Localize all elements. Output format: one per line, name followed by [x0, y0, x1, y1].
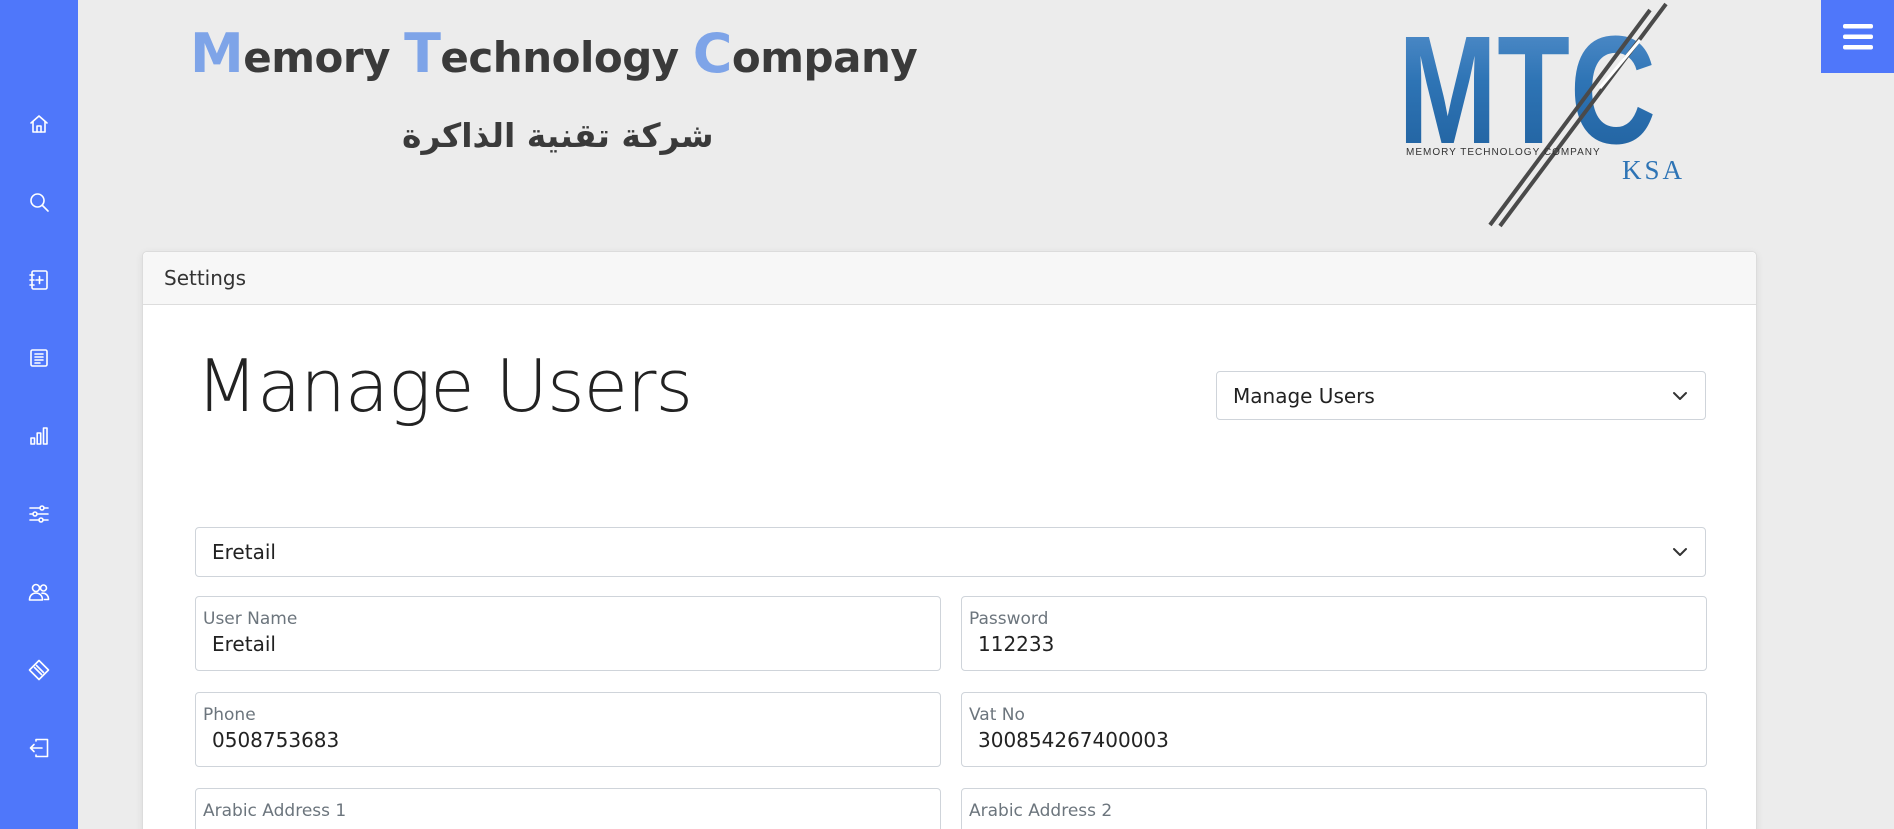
company-name-word: emory [243, 33, 405, 82]
sidebar-item-search[interactable] [19, 182, 59, 222]
settings-section-select[interactable]: Manage Users [1216, 371, 1706, 420]
company-name-word: ompany [731, 33, 918, 82]
logo-region: KSA [1622, 155, 1685, 185]
company-logo: MTC MEMORY TECHNOLOGY COMPANY KSA [1400, 2, 1685, 228]
phone-value: 0508753683 [212, 728, 340, 752]
invoice-list-icon [30, 349, 48, 367]
sidebar-item-home[interactable] [19, 104, 59, 144]
vat-no-value: 300854267400003 [978, 728, 1169, 752]
sidebar-item-products[interactable] [19, 650, 59, 690]
company-name-initial: C [692, 22, 733, 85]
sliders-icon [29, 505, 49, 523]
sidebar-item-add-invoice[interactable] [19, 260, 59, 300]
sidebar [0, 0, 78, 829]
card-header: Settings [143, 252, 1756, 305]
company-name-initial: M [190, 22, 244, 85]
user-name-label: User Name [203, 609, 298, 629]
logo-tagline: MEMORY TECHNOLOGY COMPANY [1406, 147, 1601, 158]
sidebar-item-settings[interactable] [19, 494, 59, 534]
company-name: Memory Technology Company [190, 22, 918, 85]
password-value: 112233 [978, 632, 1055, 656]
password-field[interactable]: Password 112233 [961, 596, 1707, 671]
phone-field[interactable]: Phone 0508753683 [195, 692, 941, 767]
chevron-down-icon [1673, 391, 1687, 400]
arabic-address-1-field[interactable]: Arabic Address 1 [195, 788, 941, 829]
company-name-initial: T [404, 22, 441, 85]
sidebar-item-logout[interactable] [19, 728, 59, 768]
settings-section-select-value: Manage Users [1233, 383, 1375, 408]
menu-toggle-button[interactable] [1821, 0, 1894, 73]
password-label: Password [969, 609, 1049, 629]
vat-no-label: Vat No [969, 705, 1025, 725]
user-select[interactable]: Eretail [195, 527, 1706, 577]
arabic-address-1-label: Arabic Address 1 [203, 801, 347, 821]
search-icon [30, 193, 49, 212]
sidebar-item-users[interactable] [19, 572, 59, 612]
sidebar-item-invoice-list[interactable] [19, 338, 59, 378]
bar-chart-icon [30, 427, 48, 445]
users-icon [28, 583, 50, 601]
phone-label: Phone [203, 705, 256, 725]
diamond-icon [28, 659, 50, 681]
arabic-address-2-field[interactable]: Arabic Address 2 [961, 788, 1707, 829]
user-name-field[interactable]: User Name Eretail [195, 596, 941, 671]
page-title: Manage Users [196, 344, 693, 428]
vat-no-field[interactable]: Vat No 300854267400003 [961, 692, 1707, 767]
home-icon [30, 115, 48, 133]
company-name-word: echnology [440, 33, 693, 82]
add-invoice-icon [29, 270, 48, 290]
settings-card: Settings Manage Users Manage Users Ereta… [142, 251, 1757, 829]
arabic-address-2-label: Arabic Address 2 [969, 801, 1113, 821]
company-name-arabic: شركة تقنية الذاكرة [402, 116, 714, 155]
user-select-value: Eretail [212, 540, 276, 564]
chevron-down-icon [1673, 548, 1687, 556]
logout-icon [29, 738, 49, 758]
hamburger-icon [1842, 23, 1873, 49]
card-header-label: Settings [164, 266, 247, 290]
user-name-value: Eretail [212, 632, 276, 656]
sidebar-item-reports[interactable] [19, 416, 59, 456]
